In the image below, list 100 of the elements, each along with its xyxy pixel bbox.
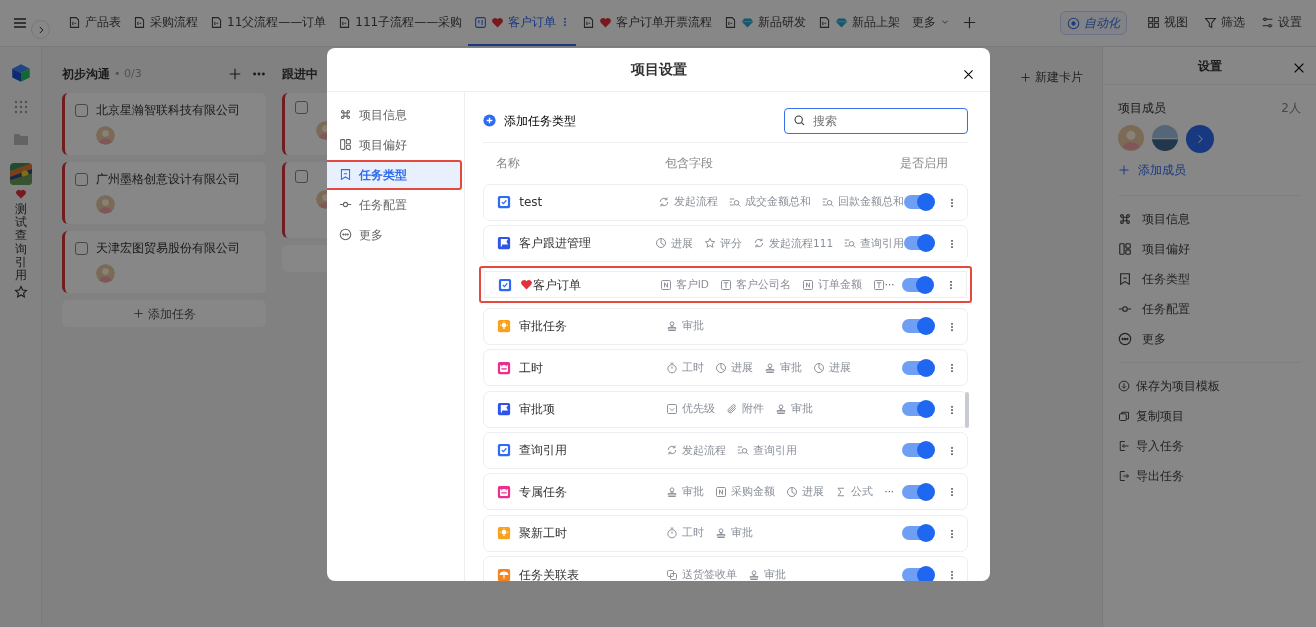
tab[interactable]: 111子流程——采购 — [332, 0, 469, 46]
checkbox[interactable] — [75, 103, 88, 117]
task-card[interactable]: 广州墨格创意设计有限公司 — [62, 162, 266, 224]
plus-icon[interactable] — [228, 67, 242, 81]
menu-item[interactable]: 导出任务 — [1118, 461, 1301, 491]
text-field-icon — [872, 278, 885, 291]
task-type-row[interactable]: 任务关联表 送货签收单 审批 — [483, 556, 968, 581]
task-type-row[interactable]: 工时 工时 进展 审批 进展 — [483, 349, 968, 387]
toggle-switch[interactable] — [902, 277, 932, 292]
type-name: 客户跟进管理 — [519, 235, 592, 253]
menu-item[interactable]: 保存为项目模板 — [1118, 371, 1301, 401]
menu-icon[interactable] — [12, 15, 28, 31]
board-icon — [474, 15, 488, 29]
list-search-icon — [844, 237, 857, 250]
toolbar-button[interactable]: 设置 — [1255, 0, 1308, 46]
tab[interactable]: 采购流程 — [127, 0, 204, 46]
task-type-row[interactable]: 客户跟进管理 进展 评分 发起流程111 查询引用 — [483, 224, 968, 262]
nav-item[interactable]: 任务配置 — [327, 189, 465, 220]
column-header: 名称 — [495, 155, 522, 173]
close-icon — [962, 67, 975, 81]
field-tag: 查询引用 — [753, 442, 798, 459]
task-card[interactable]: 天津宏图贸易股份有限公司 — [62, 231, 266, 293]
pie-icon — [786, 485, 799, 498]
tab[interactable]: 产品表 — [62, 0, 127, 46]
menu-item[interactable]: 任务类型 — [1118, 264, 1301, 294]
toggle-switch[interactable] — [902, 484, 933, 499]
nav-item[interactable]: 项目偏好 — [327, 129, 465, 160]
lightbulb-icon — [497, 319, 512, 334]
toggle-switch[interactable] — [902, 319, 933, 334]
column-title: 初步沟通 — [62, 66, 110, 83]
more-members-button[interactable] — [1186, 125, 1214, 153]
toolbar-button[interactable]: 筛选 — [1198, 0, 1251, 46]
plus-icon — [1118, 164, 1130, 176]
copy-icon — [1118, 410, 1130, 422]
document-icon — [724, 15, 738, 29]
add-type-button[interactable]: 添加任务类型 — [483, 111, 577, 130]
toggle-switch[interactable] — [904, 236, 933, 251]
command-icon — [339, 108, 352, 122]
more-fields-button[interactable]: ··· — [884, 484, 894, 500]
more-tabs-button[interactable]: 更多 — [906, 0, 957, 46]
checkbox[interactable] — [75, 241, 88, 255]
plus-icon — [1020, 71, 1031, 83]
task-title: 天津宏图贸易股份有限公司 — [96, 240, 240, 257]
checkbox[interactable] — [295, 101, 308, 114]
tab[interactable]: 客户订单 — [468, 0, 577, 46]
task-type-row[interactable]: 查询引用 发起流程 查询引用 — [483, 431, 968, 469]
toggle-switch[interactable] — [902, 402, 933, 416]
field-tag: 订单金额 — [817, 276, 862, 293]
task-card[interactable]: 北京星瀚智联科技有限公司 — [62, 93, 266, 155]
field-tag: 进展 — [802, 483, 825, 500]
tab[interactable]: 新品研发 — [718, 0, 813, 46]
toggle-switch[interactable] — [903, 195, 933, 210]
toggle-switch[interactable] — [902, 526, 933, 541]
task-type-row[interactable]: 聚新工时 工时 审批 — [483, 514, 968, 552]
search-icon — [793, 113, 806, 127]
add-member-button[interactable]: 添加成员 — [1118, 161, 1186, 179]
star-icon[interactable] — [13, 285, 28, 300]
menu-item[interactable]: 任务配置 — [1118, 294, 1301, 324]
apps-grid-icon[interactable] — [12, 99, 29, 115]
number-field-icon — [659, 278, 672, 291]
nav-item[interactable]: 更多 — [327, 219, 465, 250]
field-tag: 评分 — [720, 235, 742, 252]
task-type-row[interactable]: 客户订单 客户ID 客户公司名 订单金额 ··· — [479, 266, 972, 304]
nav-item[interactable]: 任务类型 — [327, 159, 463, 190]
list-search-icon — [737, 444, 750, 457]
star-icon — [704, 237, 716, 250]
toggle-switch[interactable] — [902, 443, 933, 458]
toggle-switch[interactable] — [902, 567, 933, 581]
avatar — [96, 264, 115, 283]
field-tag: 采购金额 — [731, 483, 776, 500]
add-task-button[interactable]: 添加任务 — [62, 300, 266, 327]
more-fields-button[interactable]: ··· — [884, 277, 895, 293]
bookmark-icon — [1118, 272, 1132, 286]
checkbox[interactable] — [295, 170, 308, 183]
menu-item[interactable]: 导入任务 — [1118, 431, 1301, 461]
task-type-row[interactable]: 审批任务 审批 — [483, 307, 968, 345]
tab[interactable]: 11父流程——订单 — [204, 0, 333, 46]
scrollbar-thumb[interactable] — [965, 391, 970, 428]
grid-icon — [1147, 15, 1160, 29]
menu-item[interactable]: 项目偏好 — [1118, 234, 1301, 264]
task-type-row[interactable]: 专属任务 审批 采购金额 进展 公式 ··· — [483, 473, 968, 511]
menu-item[interactable]: 更多 — [1118, 324, 1301, 354]
toggle-switch[interactable] — [902, 360, 933, 375]
field-tag: 查询引用 — [860, 235, 905, 252]
menu-item[interactable]: 复制项目 — [1118, 401, 1301, 431]
task-type-row[interactable]: test 发起流程 成交金额总和 回款金额总和 — [483, 183, 968, 221]
toolbar-button[interactable]: 视图 — [1141, 0, 1194, 46]
toolbar-button[interactable]: 自动化 — [1060, 11, 1127, 35]
tab[interactable]: 新品上架 — [812, 0, 907, 46]
checkbox[interactable] — [75, 172, 88, 186]
search-field[interactable]: 搜索 — [784, 107, 968, 134]
new-card-button[interactable]: 新建卡片 — [1011, 63, 1092, 91]
sliders-icon — [1261, 15, 1274, 29]
stamp-icon — [748, 568, 761, 581]
document-icon — [68, 15, 81, 29]
automation-icon — [1067, 16, 1080, 30]
nav-item[interactable]: 项目信息 — [327, 99, 465, 130]
menu-item[interactable]: 项目信息 — [1118, 204, 1301, 234]
tab[interactable]: 客户订单开票流程 — [576, 0, 719, 46]
stamp-icon — [666, 320, 679, 333]
